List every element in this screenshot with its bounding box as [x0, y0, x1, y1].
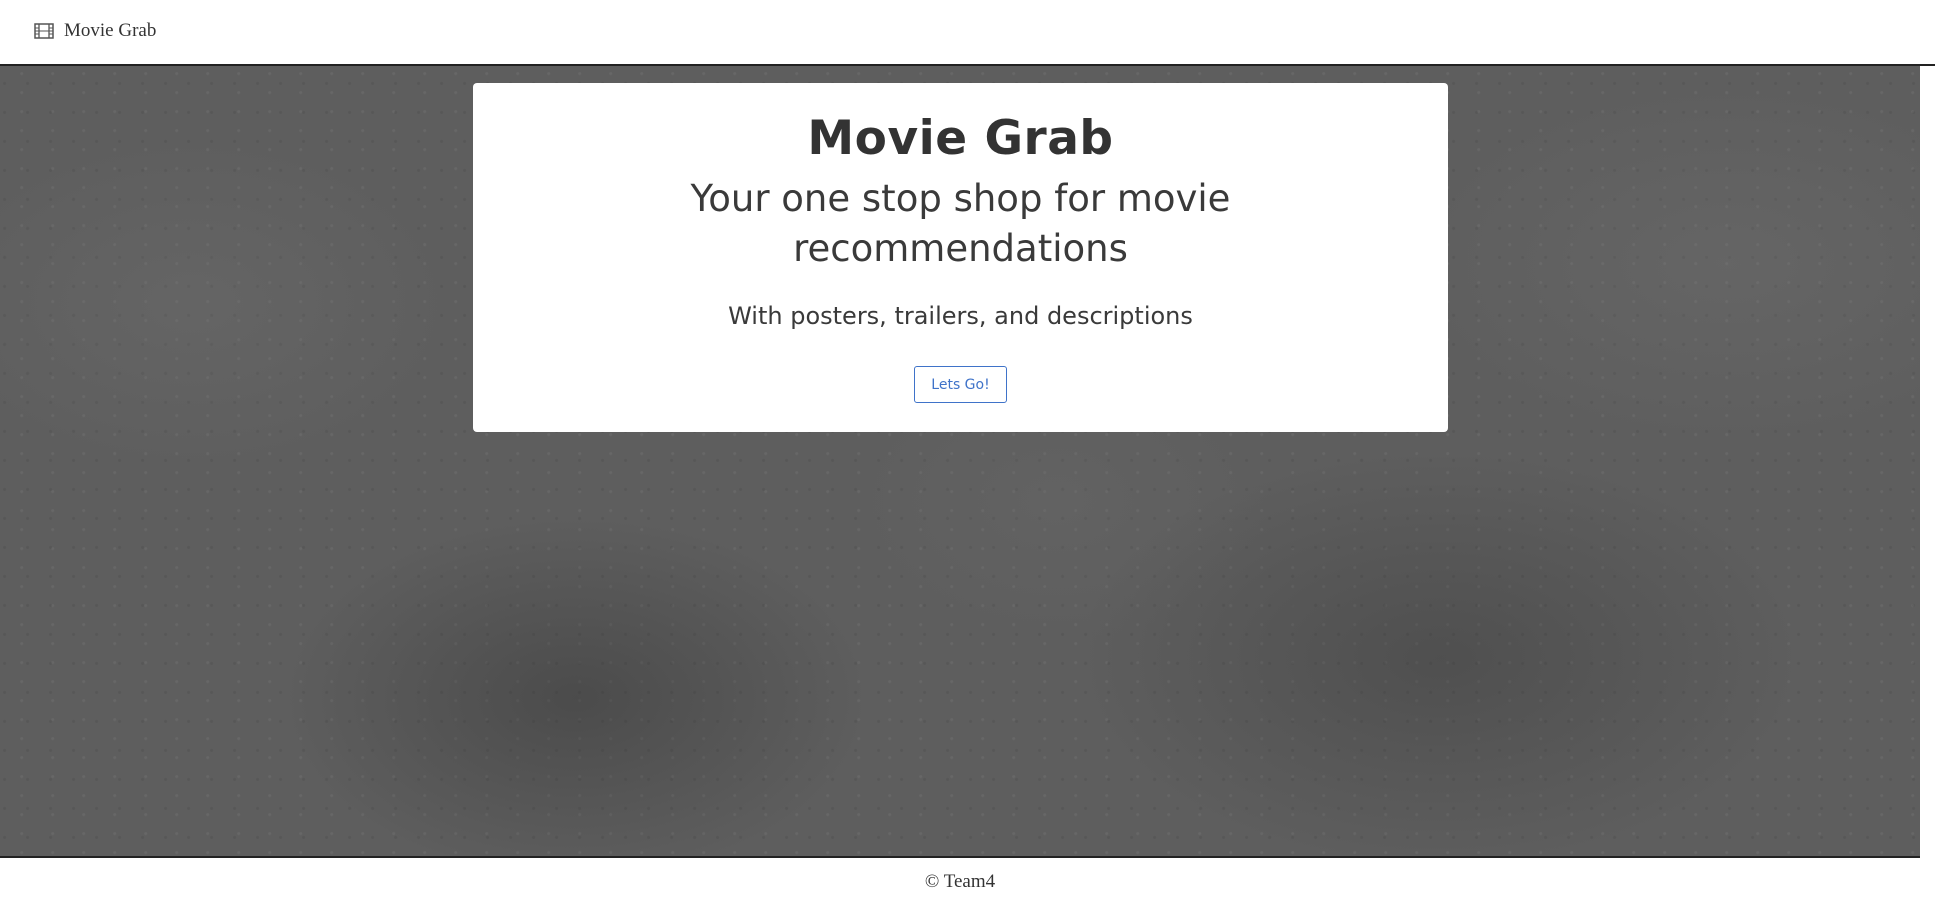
hero-subtitle: Your one stop shop for movie recommendat…: [690, 177, 1231, 270]
footer-copyright: © Team4: [924, 871, 996, 892]
navbar: Movie Grab: [0, 0, 1935, 66]
hero-title: Movie Grab: [807, 111, 1114, 166]
hero-card: Movie Grab Your one stop shop for movie …: [473, 83, 1448, 432]
hero-tagline: With posters, trailers, and descriptions: [728, 302, 1193, 330]
footer: © Team4: [0, 858, 1920, 902]
film-icon: [34, 23, 54, 39]
brand-link[interactable]: Movie Grab: [34, 20, 156, 42]
lets-go-button[interactable]: Lets Go!: [914, 366, 1007, 403]
brand-label: Movie Grab: [64, 20, 157, 41]
hero-section: Movie Grab Your one stop shop for movie …: [0, 66, 1920, 858]
